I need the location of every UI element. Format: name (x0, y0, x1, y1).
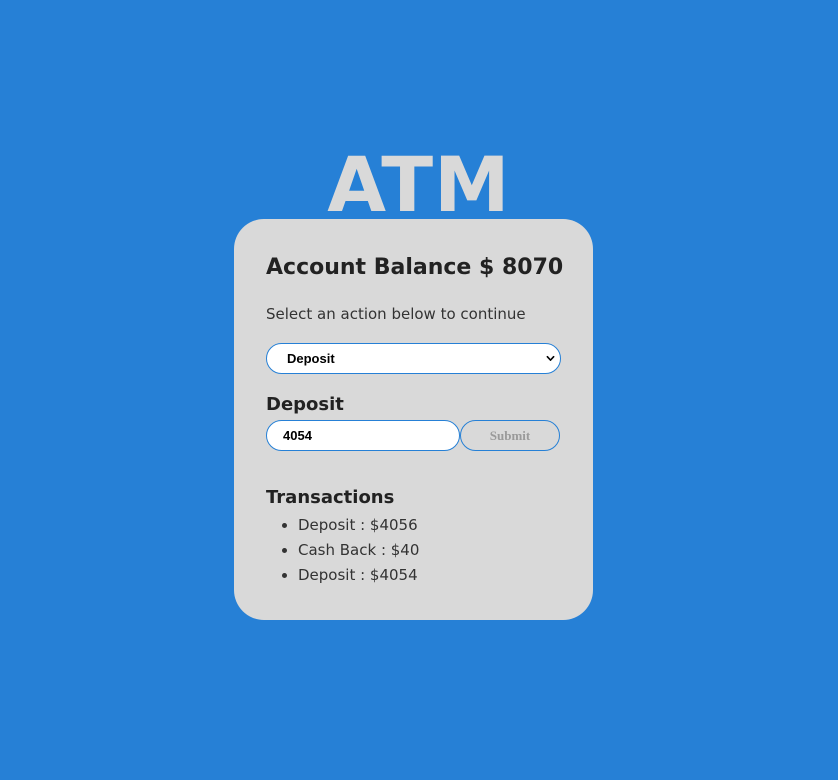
chevron-down-icon (546, 355, 555, 361)
transaction-item: Deposit : $4056 (298, 513, 419, 538)
amount-input[interactable] (266, 420, 460, 451)
app-title: ATM (327, 140, 511, 229)
balance-value: 8070 (502, 255, 564, 280)
action-select-value: Deposit (287, 351, 335, 366)
account-balance: Account Balance $ 8070 (266, 253, 563, 283)
balance-label: Account Balance $ (266, 255, 495, 280)
transactions-heading: Transactions (266, 487, 395, 508)
submit-button[interactable]: Submit (460, 420, 560, 451)
atm-card: Account Balance $ 8070 Select an action … (234, 219, 593, 620)
action-select[interactable]: Deposit (266, 343, 561, 374)
transactions-list: Deposit : $4056 Cash Back : $40 Deposit … (266, 513, 419, 588)
transaction-item: Cash Back : $40 (298, 538, 419, 563)
instruction-text: Select an action below to continue (266, 305, 526, 323)
form-label: Deposit (266, 394, 344, 415)
transaction-item: Deposit : $4054 (298, 563, 419, 588)
